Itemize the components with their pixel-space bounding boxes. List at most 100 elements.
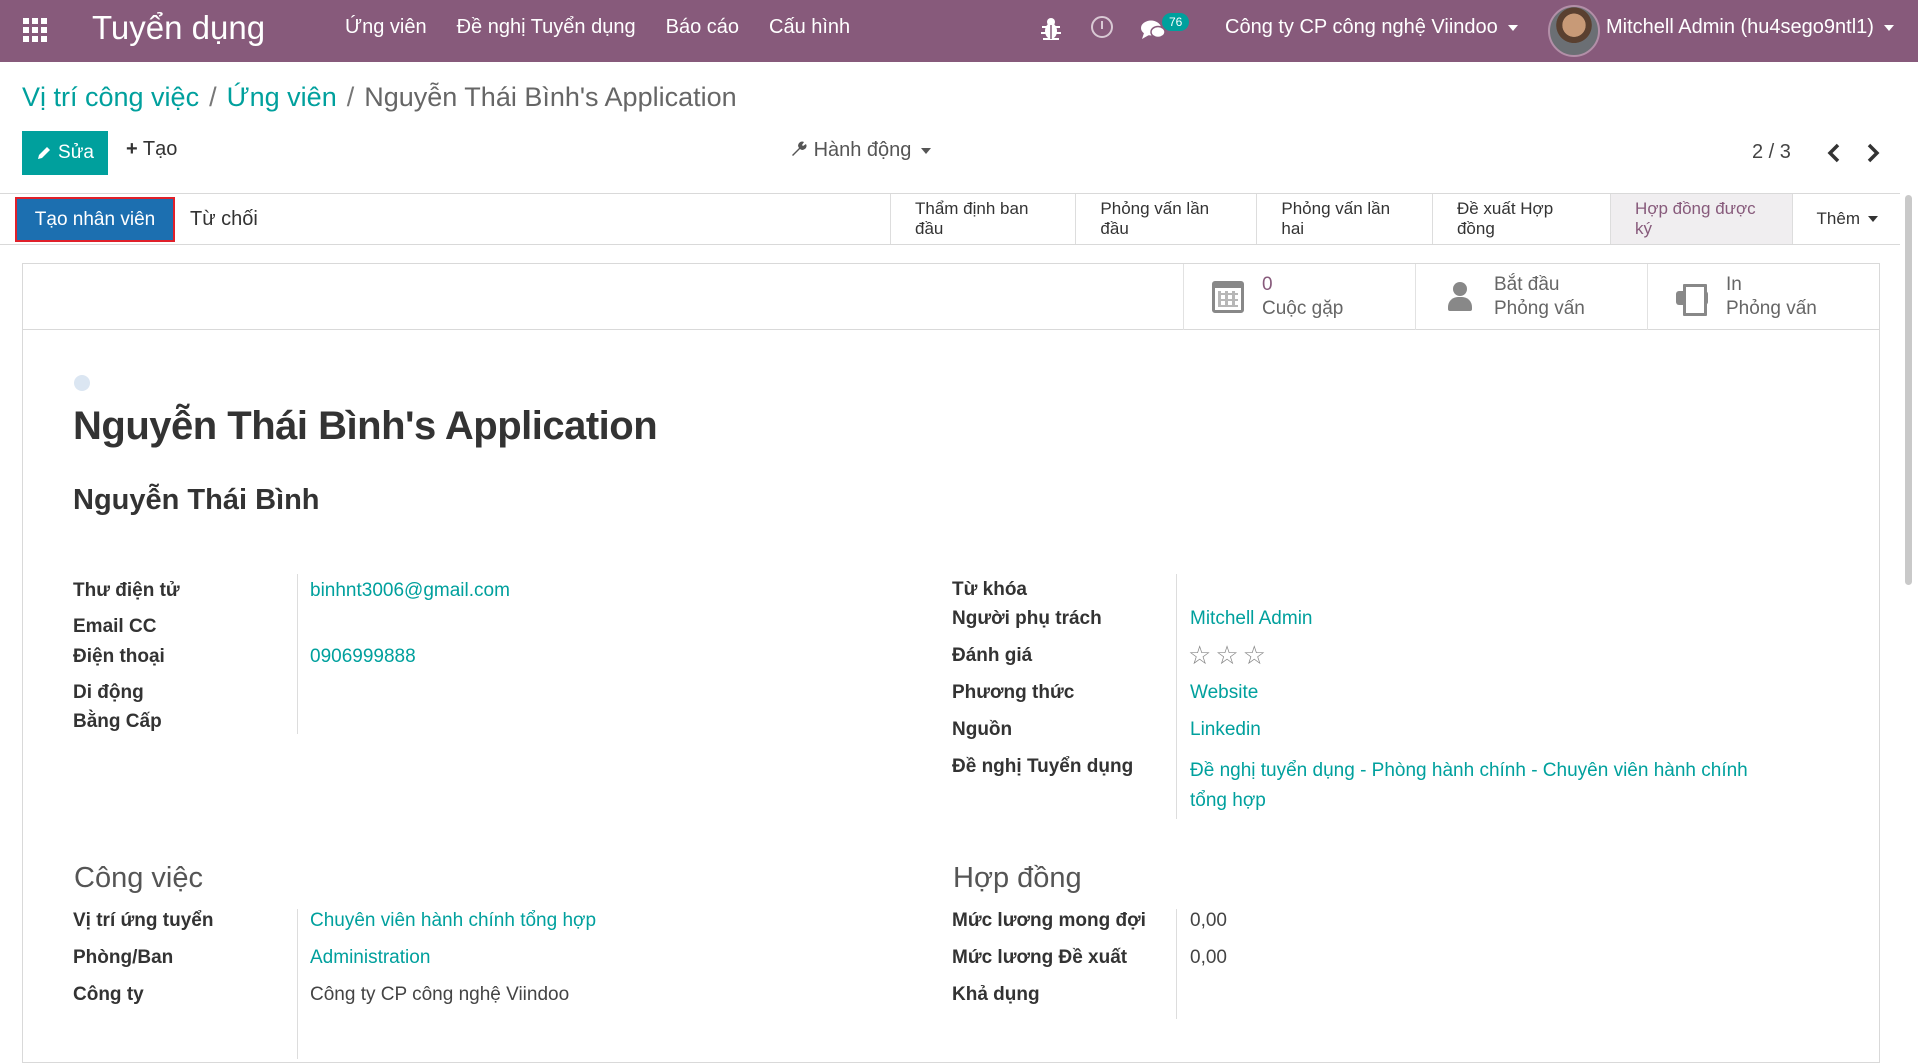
contract-section-title: Hợp đồng — [953, 862, 1082, 894]
company-label: Công ty — [73, 984, 144, 1005]
meetings-smart-button[interactable]: 0 Cuộc gặp — [1183, 264, 1415, 330]
chevron-down-icon — [1883, 24, 1894, 31]
breadcrumb: Vị trí công việc / Ứng viên / Nguyễn Thái Bì… — [22, 82, 737, 113]
chevron-down-icon — [1868, 216, 1879, 222]
action-menu[interactable]: Hành động — [790, 139, 932, 162]
mobile-label: Di động — [73, 682, 144, 703]
edit-button-label: Sửa — [58, 142, 94, 163]
responsible-label: Người phụ trách — [952, 608, 1102, 629]
source-field[interactable]: Linkedin — [1190, 719, 1261, 741]
pager-value[interactable]: 2 / 3 — [1752, 141, 1791, 164]
email-label: Thư điện tử — [73, 580, 180, 601]
column-divider — [297, 909, 298, 1059]
scrollbar-thumb[interactable] — [1905, 195, 1912, 585]
print-interview-smart-button[interactable]: In Phỏng vấn — [1647, 264, 1879, 330]
start-interview-smart-button[interactable]: Bắt đầu Phỏng vấn — [1415, 264, 1647, 330]
user-name: Mitchell Admin (hu4sego9ntl1) — [1606, 16, 1874, 38]
breadcrumb-applicants[interactable]: Ứng viên — [227, 82, 337, 112]
recruitment-request-line2: tổng hợp — [1190, 790, 1266, 811]
company-name: Công ty CP công nghệ Viindoo — [1225, 16, 1498, 38]
stage-first-interview[interactable]: Phỏng vấn lần đầu — [1076, 194, 1258, 244]
print-interview-line2: Phỏng vấn — [1726, 298, 1817, 319]
column-divider — [297, 574, 298, 734]
bug-icon[interactable] — [1040, 17, 1062, 41]
print-icon — [1676, 284, 1708, 316]
company-field[interactable]: Công ty CP công nghệ Viindoo — [310, 984, 569, 1006]
activity-clock-icon[interactable] — [1091, 16, 1113, 38]
recruitment-request-line1: Đề nghị tuyển dụng - Phòng hành chính - … — [1190, 760, 1748, 781]
record-title[interactable]: Nguyễn Thái Bình's Application — [73, 404, 658, 449]
menu-item-reports[interactable]: Báo cáo — [666, 16, 739, 39]
recruitment-request-field[interactable]: Đề nghị tuyển dụng - Phòng hành chính - … — [1190, 756, 1748, 816]
menu-item-applicants[interactable]: Ứng viên — [345, 16, 427, 39]
menu-item-configuration[interactable]: Cấu hình — [769, 16, 850, 39]
star-icon[interactable]: ☆ — [1243, 640, 1270, 670]
kanban-state-indicator[interactable] — [74, 375, 90, 391]
chevron-down-icon — [921, 147, 932, 154]
menu-item-recruitment-requests[interactable]: Đề nghị Tuyển dụng — [457, 16, 636, 39]
proposed-salary-field[interactable]: 0,00 — [1190, 947, 1227, 969]
expected-salary-field[interactable]: 0,00 — [1190, 910, 1227, 932]
star-icon[interactable]: ☆ — [1215, 640, 1242, 670]
department-field[interactable]: Administration — [310, 947, 430, 969]
breadcrumb-current: Nguyễn Thái Bình's Application — [364, 82, 737, 112]
company-switcher[interactable]: Công ty CP công nghệ Viindoo — [1225, 16, 1518, 39]
partner-name[interactable]: Nguyễn Thái Bình — [73, 484, 320, 517]
start-interview-line1: Bắt đầu — [1494, 274, 1560, 295]
stage-second-interview[interactable]: Phỏng vấn lần hai — [1257, 194, 1433, 244]
star-icon[interactable]: ☆ — [1188, 640, 1215, 670]
create-employee-button[interactable]: Tạo nhân viên — [15, 197, 175, 242]
user-avatar[interactable] — [1548, 5, 1600, 57]
stage-pipeline: Thẩm định ban đầu Phỏng vấn lần đầu Phỏn… — [890, 194, 1900, 244]
recruitment-request-label: Đề nghị Tuyển dụng — [952, 756, 1134, 777]
stage-initial-qualification[interactable]: Thẩm định ban đầu — [891, 194, 1077, 244]
phone-field[interactable]: 0906999888 — [310, 646, 416, 668]
stage-contract-signed[interactable]: Hợp đồng được ký — [1611, 194, 1793, 244]
stage-more-dropdown[interactable]: Thêm — [1793, 194, 1900, 244]
email-field[interactable]: binhnt3006@gmail.com — [310, 580, 510, 602]
chevron-left-icon[interactable] — [1827, 143, 1841, 163]
pencil-icon — [38, 147, 51, 159]
create-button[interactable]: + Tạo — [126, 138, 177, 161]
job-section-title: Công việc — [74, 862, 203, 894]
meetings-label: Cuộc gặp — [1262, 298, 1344, 319]
calendar-icon — [1212, 281, 1244, 313]
wrench-icon — [792, 141, 807, 156]
proposed-salary-label: Mức lương Đề xuất — [952, 947, 1128, 968]
user-menu[interactable]: Mitchell Admin (hu4sego9ntl1) — [1606, 16, 1894, 39]
breadcrumb-job-positions[interactable]: Vị trí công việc — [22, 82, 199, 112]
expected-salary-label: Mức lương mong đợi — [952, 910, 1146, 931]
rating-stars: ☆☆☆ — [1188, 640, 1270, 671]
column-divider — [1176, 909, 1177, 1019]
action-menu-label: Hành động — [813, 139, 912, 161]
job-position-field[interactable]: Chuyên viên hành chính tổng hợp — [310, 910, 596, 932]
medium-field[interactable]: Website — [1190, 682, 1258, 704]
message-count-badge: 76 — [1162, 13, 1190, 31]
smart-button-box: 0 Cuộc gặp Bắt đầu Phỏng vấn In Phỏng vấ… — [23, 264, 1879, 330]
stage-more-label: Thêm — [1816, 209, 1861, 228]
create-button-label: Tạo — [142, 138, 178, 160]
refuse-button[interactable]: Từ chối — [190, 208, 258, 231]
breadcrumb-separator: / — [209, 82, 217, 112]
statusbar: Tạo nhân viên Từ chối Thẩm định ban đầu … — [0, 193, 1900, 245]
stage-contract-proposal[interactable]: Đề xuất Hợp đồng — [1433, 194, 1612, 244]
plus-icon: + — [126, 138, 138, 160]
job-position-label: Vị trí ứng tuyển — [73, 910, 214, 931]
chevron-right-icon[interactable] — [1866, 143, 1880, 163]
degree-label: Bằng Cấp — [73, 711, 162, 732]
email-cc-label: Email CC — [73, 616, 157, 637]
chevron-down-icon — [1507, 24, 1518, 31]
source-label: Nguồn — [952, 719, 1013, 740]
print-interview-line1: In — [1726, 274, 1742, 295]
apps-menu-icon[interactable] — [20, 15, 48, 43]
availability-label: Khả dụng — [952, 984, 1040, 1005]
breadcrumb-separator: / — [346, 82, 355, 112]
edit-button[interactable]: Sửa — [22, 131, 108, 175]
column-divider — [1176, 574, 1177, 819]
responsible-field[interactable]: Mitchell Admin — [1190, 608, 1313, 630]
page-scrollbar[interactable] — [1902, 195, 1914, 1048]
department-label: Phòng/Ban — [73, 947, 174, 968]
tags-label: Từ khóa — [952, 579, 1027, 600]
app-title[interactable]: Tuyển dụng — [92, 9, 265, 47]
phone-label: Điện thoại — [73, 646, 165, 667]
